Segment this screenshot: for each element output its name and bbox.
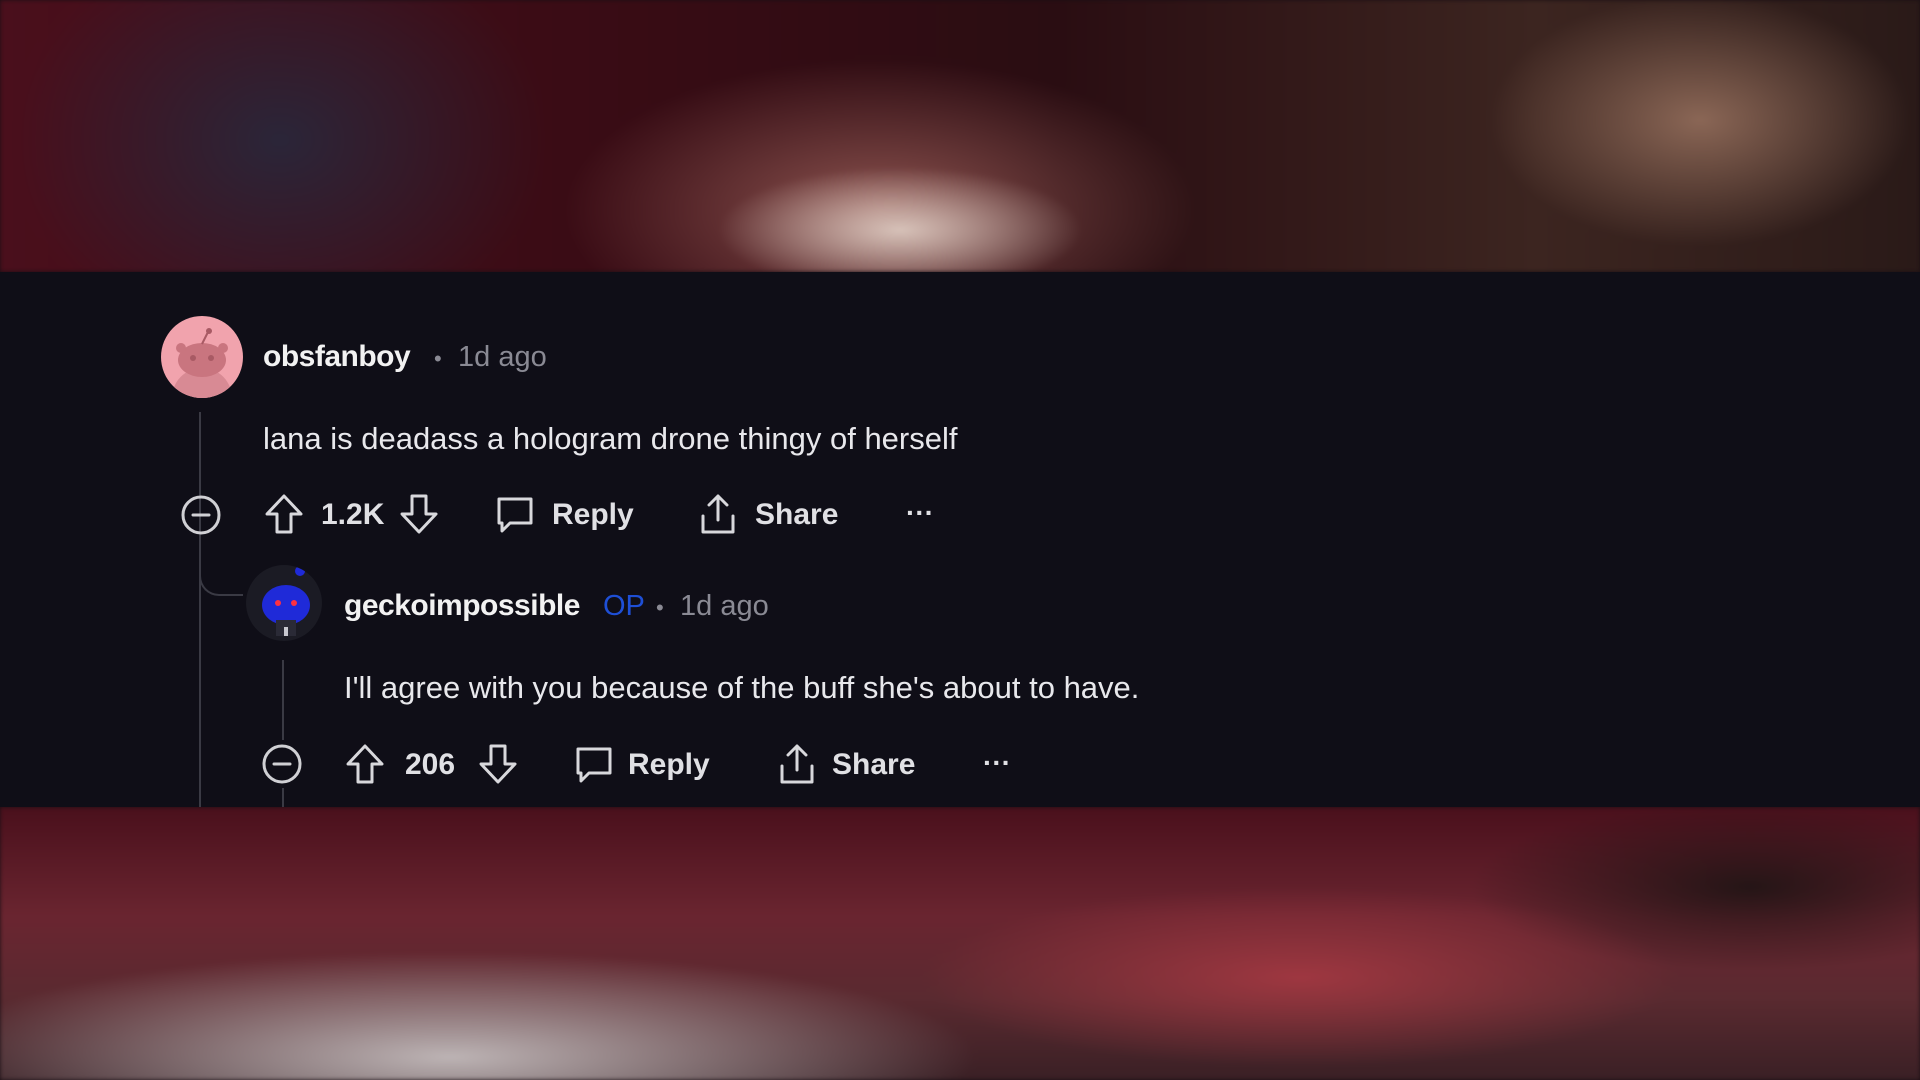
share-icon bbox=[701, 494, 735, 534]
thread-line-child bbox=[282, 660, 284, 740]
upvote-icon[interactable] bbox=[263, 492, 305, 536]
more-options-icon[interactable]: ··· bbox=[906, 497, 934, 529]
share-icon bbox=[780, 744, 814, 784]
comment-timestamp[interactable]: 1d ago bbox=[680, 590, 769, 623]
downvote-icon[interactable] bbox=[398, 492, 440, 536]
more-options-icon[interactable]: ··· bbox=[983, 747, 1011, 779]
comment-timestamp[interactable]: 1d ago bbox=[458, 341, 547, 374]
reply-button[interactable]: Reply bbox=[573, 742, 713, 788]
collapse-icon[interactable] bbox=[181, 495, 221, 535]
comment-bubble-icon bbox=[576, 747, 612, 783]
share-label: Share bbox=[832, 748, 916, 781]
comment-body: lana is deadass a hologram drone thingy … bbox=[263, 421, 958, 456]
vote-count: 206 bbox=[405, 748, 456, 781]
downvote-icon[interactable] bbox=[477, 742, 519, 786]
upvote-icon[interactable] bbox=[344, 742, 386, 786]
thread-line bbox=[199, 412, 201, 807]
comment-body: I'll agree with you because of the buff … bbox=[344, 670, 1140, 705]
blurred-background-top bbox=[0, 0, 1920, 272]
reply-label: Reply bbox=[628, 748, 710, 781]
avatar[interactable] bbox=[246, 565, 322, 641]
thread-line-curve bbox=[199, 560, 243, 596]
collapse-icon[interactable] bbox=[262, 744, 302, 784]
avatar[interactable] bbox=[161, 316, 243, 398]
reply-button[interactable]: Reply bbox=[494, 492, 634, 538]
snoo-avatar-icon bbox=[262, 566, 310, 636]
share-button[interactable]: Share bbox=[697, 492, 847, 538]
reply-label: Reply bbox=[552, 498, 634, 531]
comment-bubble-icon bbox=[497, 497, 533, 533]
meta-separator: • bbox=[656, 595, 664, 620]
comment-username[interactable]: obsfanboy bbox=[263, 340, 411, 374]
share-button[interactable]: Share bbox=[776, 742, 926, 788]
op-badge: OP bbox=[603, 590, 645, 622]
share-label: Share bbox=[755, 498, 839, 531]
meta-separator: • bbox=[434, 346, 442, 371]
thread-line-child-bottom bbox=[282, 788, 284, 807]
snoo-avatar-icon bbox=[172, 328, 232, 398]
vote-count: 1.2K bbox=[321, 498, 385, 531]
blurred-background-bottom bbox=[0, 807, 1920, 1080]
comment-username[interactable]: geckoimpossible bbox=[344, 589, 580, 623]
